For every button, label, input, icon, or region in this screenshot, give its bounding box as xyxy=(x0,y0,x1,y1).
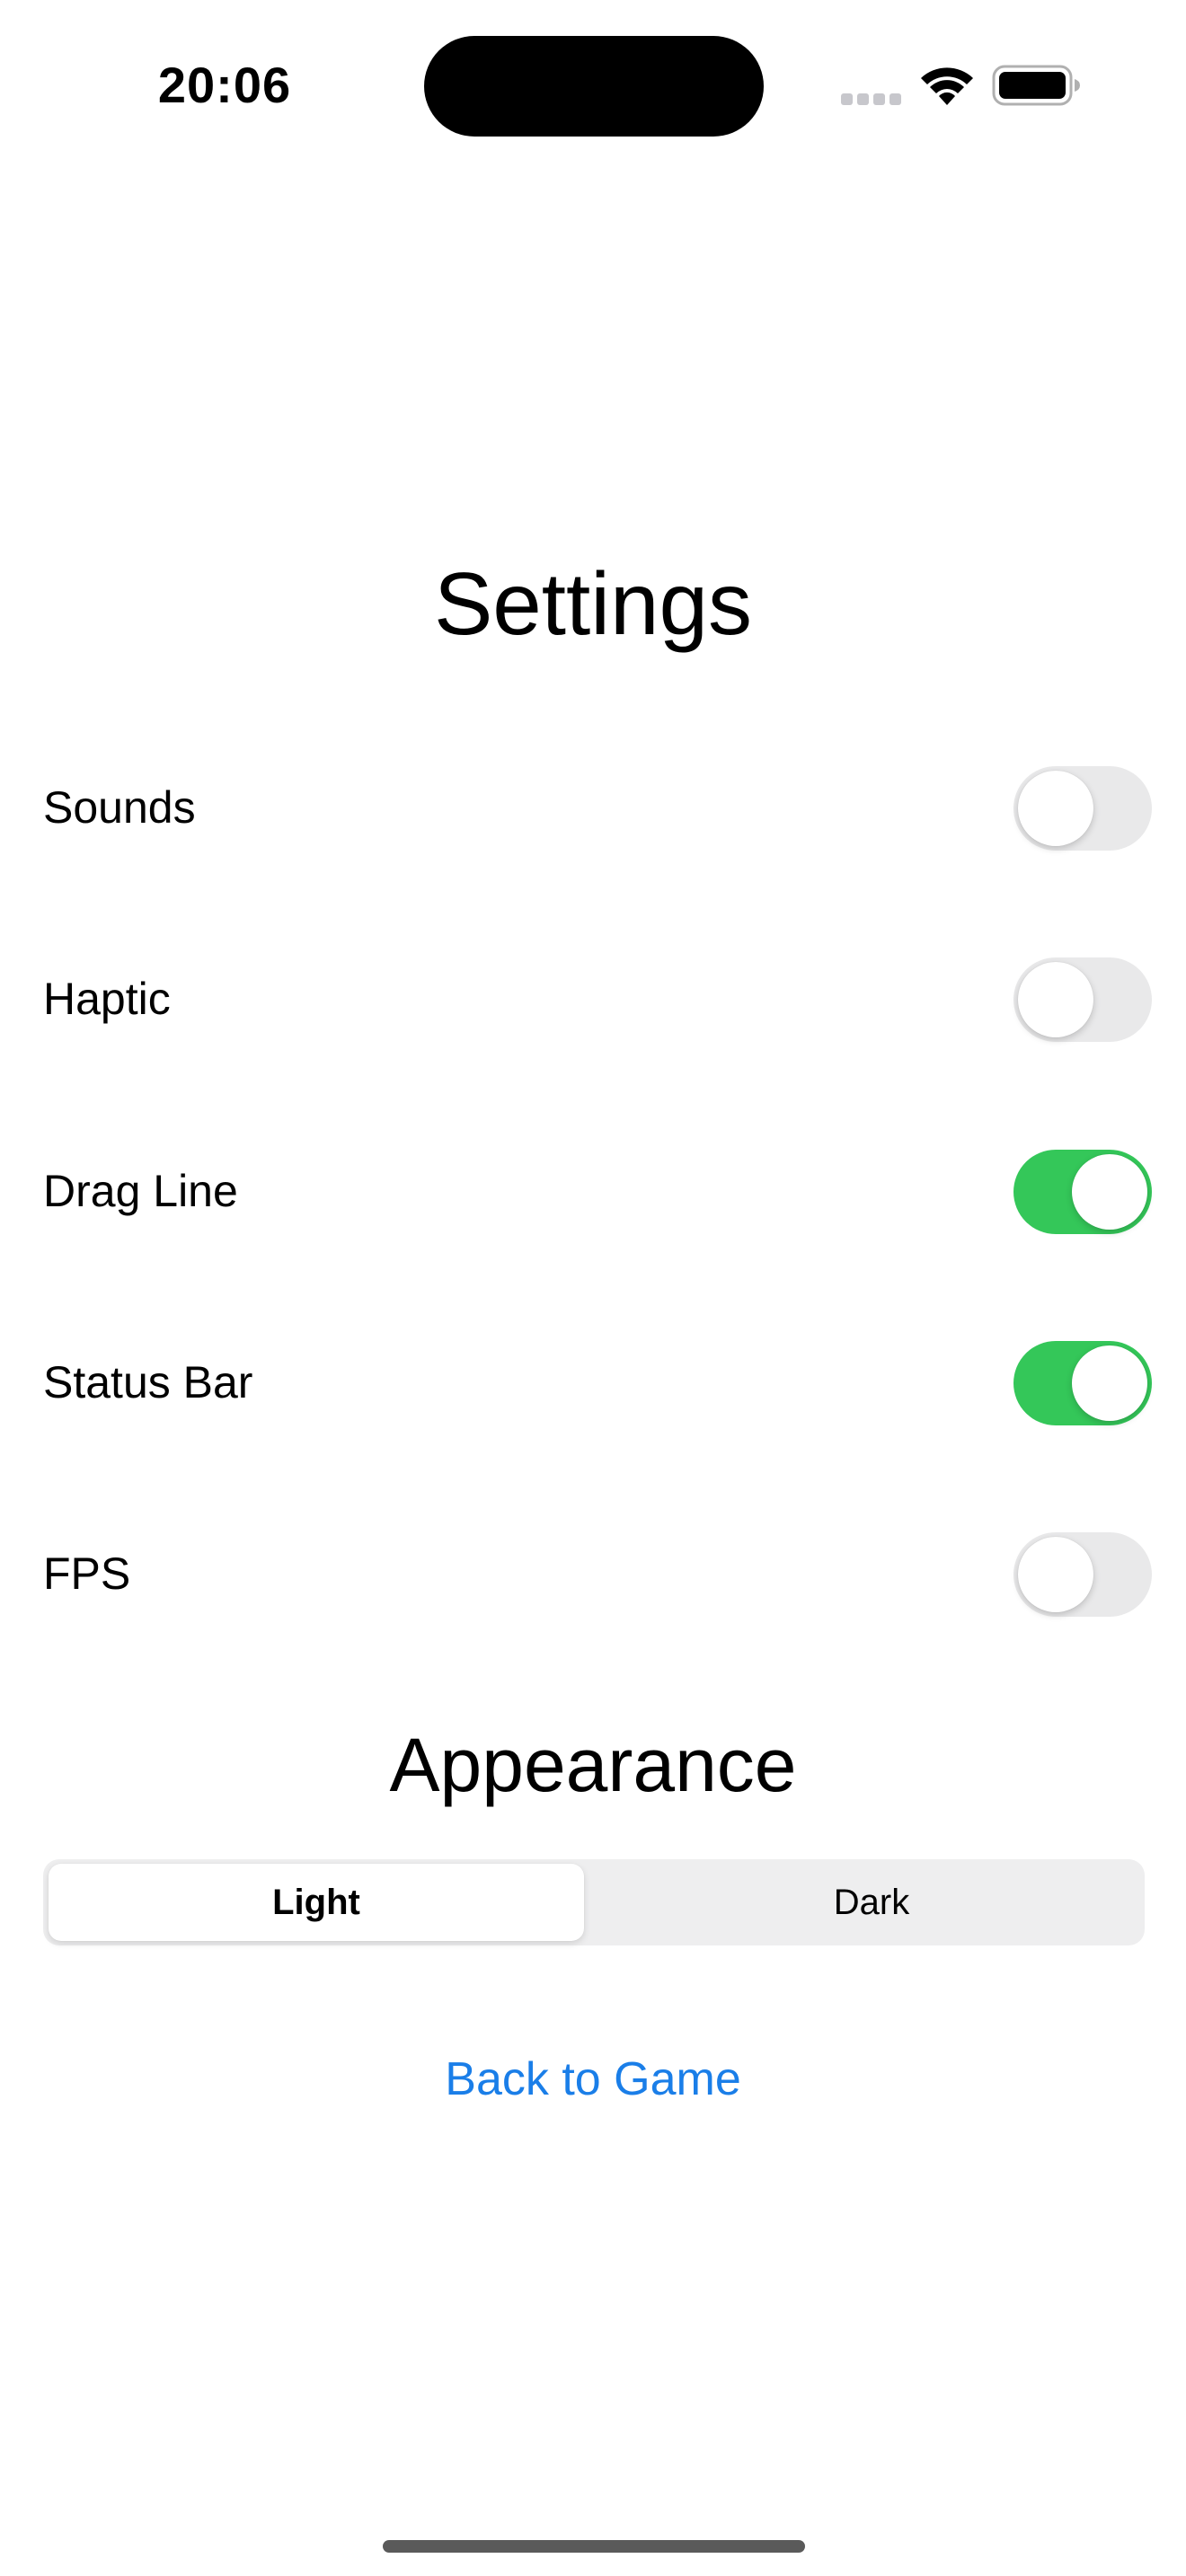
page-title: Settings xyxy=(433,554,753,653)
setting-row-status-bar: Status Bar xyxy=(43,1339,1152,1425)
setting-row-haptic: Haptic xyxy=(43,956,1152,1042)
appearance-dark-segment[interactable]: Dark xyxy=(604,1864,1139,1941)
haptic-toggle[interactable] xyxy=(1013,957,1152,1042)
wifi-icon xyxy=(921,67,973,105)
fps-toggle[interactable] xyxy=(1013,1532,1152,1617)
toggle-knob xyxy=(1018,962,1093,1037)
setting-label: Drag Line xyxy=(43,1166,238,1216)
setting-label: Haptic xyxy=(43,974,171,1024)
setting-label: FPS xyxy=(43,1548,131,1599)
appearance-light-segment[interactable]: Light xyxy=(49,1864,584,1941)
toggle-knob xyxy=(1018,1537,1093,1612)
home-indicator xyxy=(383,2540,805,2553)
appearance-heading: Appearance xyxy=(389,1723,797,1807)
toggle-knob xyxy=(1072,1154,1147,1230)
setting-row-fps: FPS xyxy=(43,1531,1152,1617)
toggle-knob xyxy=(1018,771,1093,846)
drag-line-toggle[interactable] xyxy=(1013,1150,1152,1234)
status-bar-toggle[interactable] xyxy=(1013,1341,1152,1425)
toggle-knob xyxy=(1072,1345,1147,1421)
setting-row-sounds: Sounds xyxy=(43,764,1152,851)
appearance-segmented-control: Light Dark xyxy=(43,1859,1145,1945)
dynamic-island xyxy=(424,36,764,137)
back-to-game-link[interactable]: Back to Game xyxy=(323,2039,863,2120)
setting-row-drag-line: Drag Line xyxy=(43,1148,1152,1234)
setting-label: Sounds xyxy=(43,782,196,833)
status-bar-time: 20:06 xyxy=(157,57,292,113)
cellular-signal-icon xyxy=(841,93,902,106)
setting-label: Status Bar xyxy=(43,1357,253,1407)
sounds-toggle[interactable] xyxy=(1013,766,1152,851)
battery-icon xyxy=(992,65,1080,106)
